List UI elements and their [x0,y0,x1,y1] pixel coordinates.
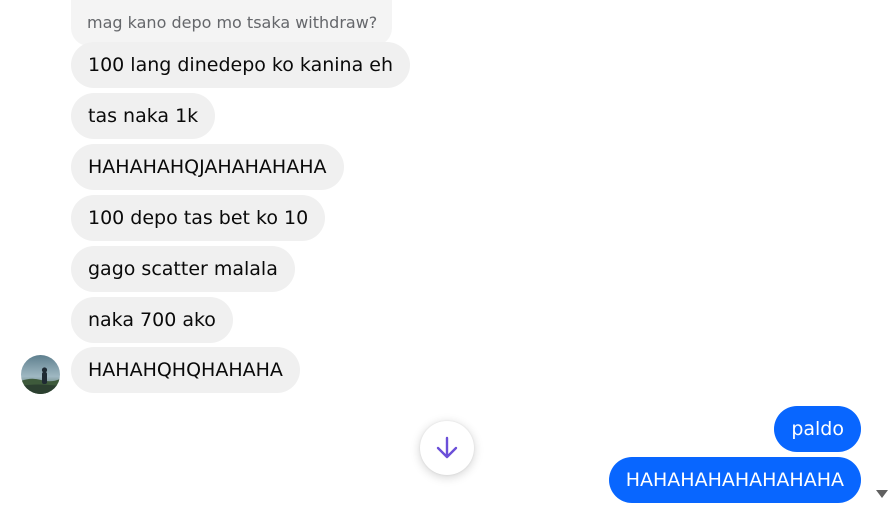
incoming-message[interactable]: 100 lang dinedepo ko kanina eh [71,42,410,88]
chat-thread: mag kano depo mo tsaka withdraw? 100 lan… [0,0,896,511]
reply-preview-text[interactable]: mag kano depo mo tsaka withdraw? [71,0,393,46]
outgoing-message[interactable]: paldo [774,406,861,452]
incoming-message[interactable]: naka 700 ako [71,297,233,343]
contact-avatar[interactable] [21,355,60,394]
avatar-photo-icon [21,355,60,394]
incoming-message[interactable]: HAHAHQHQHAHAHA [71,347,300,393]
outgoing-message[interactable]: HAHAHAHAHAHAHAHA [608,457,861,503]
incoming-message[interactable]: tas naka 1k [71,93,216,139]
incoming-message[interactable]: gago scatter malala [71,246,295,292]
scroll-to-bottom-button[interactable] [420,421,474,475]
incoming-message[interactable]: HAHAHAHQJAHAHAHAHA [71,144,344,190]
arrow-down-icon [436,436,458,459]
scrollbar-down-arrow-icon[interactable] [876,490,888,498]
incoming-message[interactable]: 100 depo tas bet ko 10 [71,195,326,241]
